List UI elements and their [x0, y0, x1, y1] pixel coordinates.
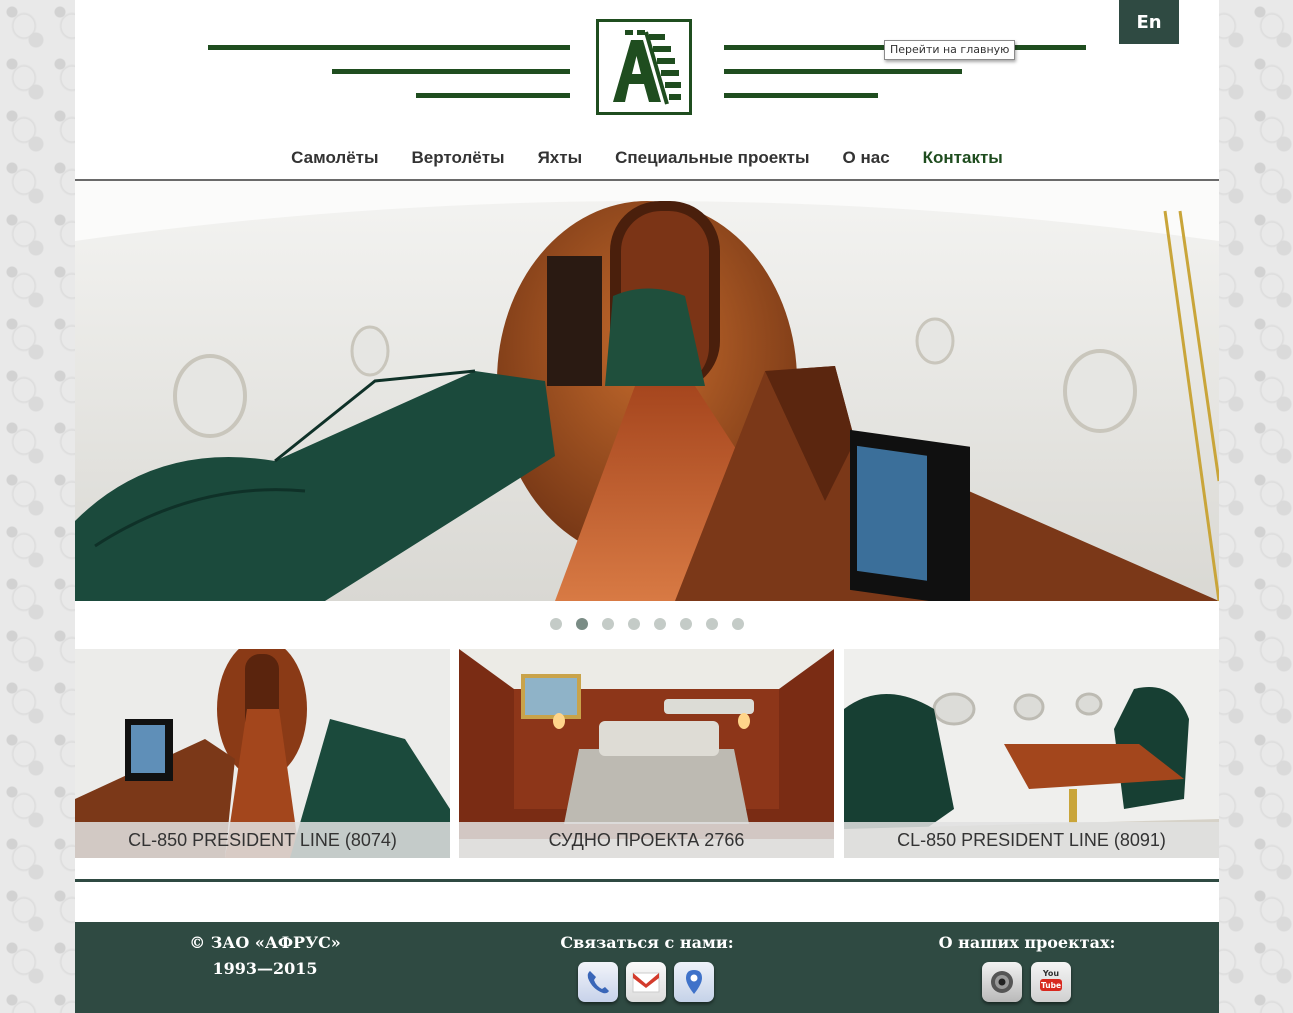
project-card[interactable]: CL-850 PRESIDENT LINE (8074)	[75, 649, 450, 858]
afrus-logo-icon	[613, 30, 681, 105]
header-line	[724, 93, 878, 98]
main-nav: Самолёты Вертолёты Яхты Специальные прое…	[75, 148, 1219, 174]
project-caption: СУДНО ПРОЕКТА 2766	[459, 822, 834, 858]
nav-item-yachts[interactable]: Яхты	[538, 148, 583, 174]
footer: © ЗАО «АФРУС» 1993—2015 Связаться с нами…	[75, 922, 1219, 1013]
copyright-years: 1993—2015	[212, 959, 318, 978]
project-caption: CL-850 PRESIDENT LINE (8074)	[75, 822, 450, 858]
svg-text:Tube: Tube	[1041, 981, 1061, 990]
slider-dot[interactable]	[550, 618, 562, 630]
contact-title: Связаться с нами:	[560, 933, 734, 952]
header-line	[208, 45, 570, 50]
phone-icon[interactable]	[578, 962, 618, 1002]
nav-item-about[interactable]: О нас	[843, 148, 890, 174]
project-caption: CL-850 PRESIDENT LINE (8091)	[844, 822, 1219, 858]
camera-icon[interactable]	[982, 962, 1022, 1002]
youtube-icon[interactable]: You Tube	[1031, 962, 1071, 1002]
projects-title: О наших проектах:	[938, 933, 1116, 952]
nav-item-planes[interactable]: Самолёты	[291, 148, 378, 174]
nav-item-contacts[interactable]: Контакты	[923, 148, 1003, 174]
copyright-text: © ЗАО «АФРУС»	[189, 933, 341, 952]
footer-divider	[75, 879, 1219, 882]
nav-item-special-projects[interactable]: Специальные проекты	[615, 148, 809, 174]
header-line	[724, 69, 962, 74]
header-line	[332, 69, 570, 74]
slider-dot-active[interactable]	[576, 618, 588, 630]
slider-dot[interactable]	[602, 618, 614, 630]
home-tooltip: Перейти на главную	[884, 40, 1016, 60]
slider-dot[interactable]	[680, 618, 692, 630]
language-toggle-button[interactable]: En	[1119, 0, 1179, 44]
map-pin-icon[interactable]	[674, 962, 714, 1002]
slider-dots	[75, 618, 1219, 632]
slider-dot[interactable]	[732, 618, 744, 630]
svg-text:You: You	[1042, 969, 1060, 978]
project-card[interactable]: СУДНО ПРОЕКТА 2766	[459, 649, 834, 858]
gmail-icon[interactable]	[626, 962, 666, 1002]
hero-slide[interactable]	[75, 181, 1219, 601]
slider-dot[interactable]	[706, 618, 718, 630]
header-line	[416, 93, 570, 98]
nav-item-helicopters[interactable]: Вертолёты	[412, 148, 505, 174]
hero-cabin-image	[75, 181, 1219, 601]
logo-link[interactable]	[596, 19, 692, 115]
project-card[interactable]: CL-850 PRESIDENT LINE (8091)	[844, 649, 1219, 858]
slider-dot[interactable]	[628, 618, 640, 630]
page: En Перейти на главную Самолёты Вертолёты…	[75, 0, 1219, 1013]
slider-dot[interactable]	[654, 618, 666, 630]
